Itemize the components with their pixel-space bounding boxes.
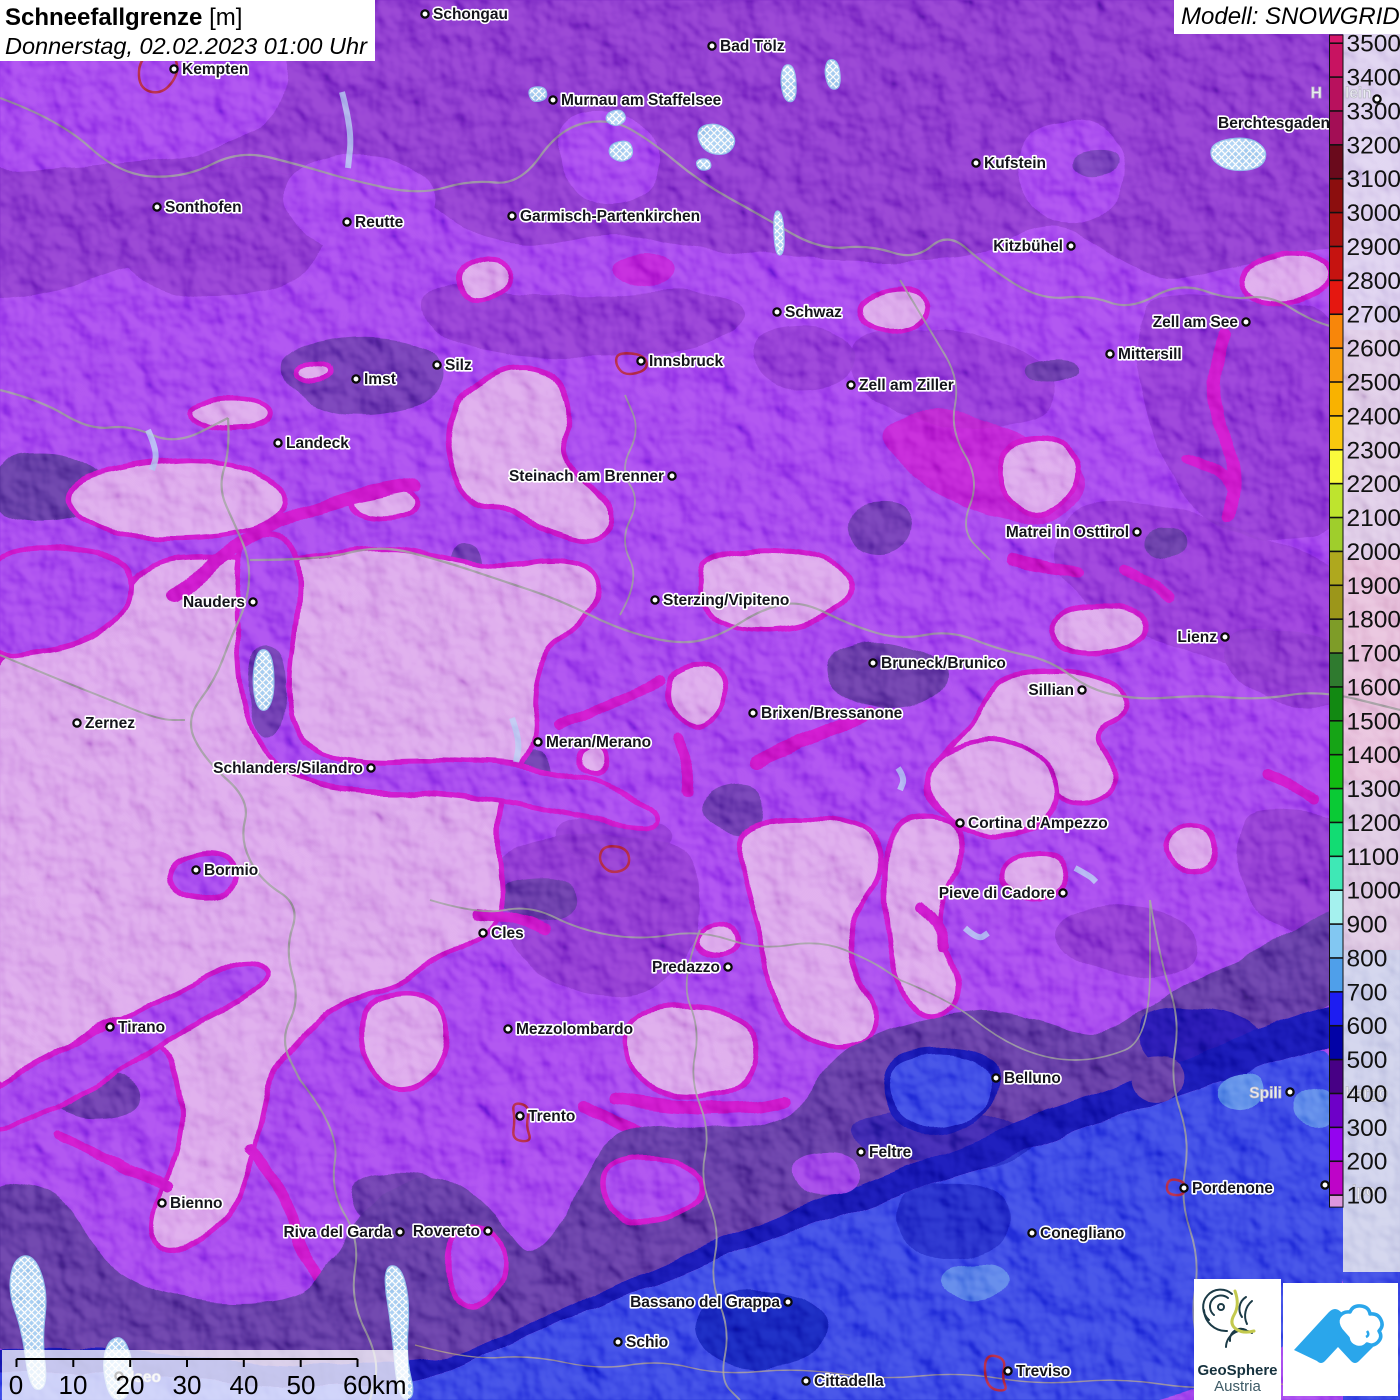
svg-text:100: 100 (1347, 1183, 1388, 1210)
svg-text:2400: 2400 (1347, 403, 1400, 430)
svg-text:Sonthofen: Sonthofen (165, 199, 242, 216)
svg-text:Feltre: Feltre (869, 1144, 912, 1161)
svg-text:Berchtesgaden: Berchtesgaden (1218, 115, 1330, 132)
svg-text:3500: 3500 (1347, 31, 1400, 58)
svg-text:Pieve di Cadore: Pieve di Cadore (939, 885, 1056, 902)
svg-text:2900: 2900 (1347, 234, 1400, 261)
svg-text:3200: 3200 (1347, 132, 1400, 159)
svg-text:Sillian: Sillian (1028, 682, 1074, 699)
svg-text:Riva del Garda: Riva del Garda (283, 1224, 392, 1241)
svg-text:Treviso: Treviso (1016, 1363, 1070, 1380)
svg-text:1700: 1700 (1347, 641, 1400, 668)
svg-text:Zernez: Zernez (85, 715, 135, 732)
svg-text:Garmisch-Partenkirchen: Garmisch-Partenkirchen (520, 208, 700, 225)
svg-text:500: 500 (1347, 1047, 1388, 1074)
svg-text:400: 400 (1347, 1081, 1388, 1108)
svg-text:Brixen/Bressanone: Brixen/Bressanone (761, 705, 903, 722)
svg-text:1200: 1200 (1347, 810, 1400, 837)
svg-text:Imst: Imst (364, 371, 396, 388)
svg-text:Meran/Merano: Meran/Merano (546, 734, 651, 751)
svg-text:2000: 2000 (1347, 539, 1400, 566)
svg-text:Schongau: Schongau (433, 6, 508, 23)
svg-text:Bruneck/Brunico: Bruneck/Brunico (881, 655, 1006, 672)
svg-text:1400: 1400 (1347, 742, 1400, 769)
svg-text:Nauders: Nauders (183, 594, 245, 611)
svg-text:Spili: Spili (1249, 1085, 1282, 1102)
svg-text:Pordenone: Pordenone (1192, 1180, 1273, 1197)
svg-text:0: 0 (9, 1370, 23, 1400)
svg-text:Conegliano: Conegliano (1040, 1225, 1124, 1242)
svg-text:Belluno: Belluno (1004, 1070, 1061, 1087)
svg-text:Kempten: Kempten (182, 61, 248, 78)
svg-text:Matrei in Osttirol: Matrei in Osttirol (1006, 524, 1129, 541)
svg-text:Bormio: Bormio (204, 862, 258, 879)
svg-text:2600: 2600 (1347, 336, 1400, 363)
svg-text:Mezzolombardo: Mezzolombardo (516, 1021, 633, 1038)
svg-text:800: 800 (1347, 945, 1388, 972)
svg-text:1900: 1900 (1347, 573, 1400, 600)
svg-text:Mittersill: Mittersill (1118, 346, 1182, 363)
svg-text:2700: 2700 (1347, 302, 1400, 329)
svg-text:Cles: Cles (491, 925, 524, 942)
svg-text:60km: 60km (343, 1370, 407, 1400)
svg-text:40: 40 (230, 1370, 259, 1400)
svg-text:Zell am Ziller: Zell am Ziller (859, 377, 954, 394)
svg-text:300: 300 (1347, 1115, 1388, 1142)
svg-text:Bassano del Grappa: Bassano del Grappa (630, 1294, 780, 1311)
svg-text:1500: 1500 (1347, 708, 1400, 735)
svg-text:Murnau am Staffelsee: Murnau am Staffelsee (561, 92, 722, 109)
svg-text:Cittadella: Cittadella (814, 1373, 884, 1390)
svg-text:2500: 2500 (1347, 370, 1400, 397)
svg-text:3400: 3400 (1347, 65, 1400, 92)
svg-text:2100: 2100 (1347, 505, 1400, 532)
svg-text:1000: 1000 (1347, 878, 1400, 905)
svg-text:Landeck: Landeck (286, 435, 349, 452)
svg-text:Trento: Trento (528, 1108, 575, 1125)
svg-text:Zell am See: Zell am See (1153, 314, 1239, 331)
svg-text:20: 20 (116, 1370, 145, 1400)
svg-text:Schlanders/Silandro: Schlanders/Silandro (213, 760, 363, 777)
svg-text:50: 50 (287, 1370, 316, 1400)
svg-text:Bienno: Bienno (170, 1195, 223, 1212)
svg-text:10: 10 (59, 1370, 88, 1400)
svg-text:3000: 3000 (1347, 200, 1400, 227)
svg-text:Kitzbühel: Kitzbühel (993, 238, 1063, 255)
svg-text:600: 600 (1347, 1013, 1388, 1040)
svg-text:Tirano: Tirano (118, 1019, 165, 1036)
svg-text:Bad Tölz: Bad Tölz (720, 38, 785, 55)
svg-text:30: 30 (173, 1370, 202, 1400)
svg-text:2200: 2200 (1347, 471, 1400, 498)
svg-text:1300: 1300 (1347, 776, 1400, 803)
svg-text:3100: 3100 (1347, 166, 1400, 193)
svg-text:Schio: Schio (626, 1334, 668, 1351)
svg-text:Kufstein: Kufstein (984, 155, 1046, 172)
svg-text:1100: 1100 (1347, 844, 1400, 871)
svg-text:Silz: Silz (445, 357, 472, 374)
svg-text:H: H (1311, 85, 1322, 102)
svg-text:1800: 1800 (1347, 607, 1400, 634)
svg-text:Sterzing/Vipiteno: Sterzing/Vipiteno (663, 592, 789, 609)
svg-text:1600: 1600 (1347, 674, 1400, 701)
svg-text:200: 200 (1347, 1149, 1388, 1176)
svg-text:3300: 3300 (1347, 98, 1400, 125)
svg-text:Cortina d'Ampezzo: Cortina d'Ampezzo (968, 815, 1108, 832)
svg-text:Schwaz: Schwaz (785, 304, 842, 321)
svg-text:Predazzo: Predazzo (652, 959, 720, 976)
svg-text:700: 700 (1347, 979, 1388, 1006)
svg-text:2800: 2800 (1347, 268, 1400, 295)
svg-text:Lienz: Lienz (1177, 629, 1217, 646)
svg-text:Reutte: Reutte (355, 214, 404, 231)
svg-text:Innsbruck: Innsbruck (649, 353, 723, 370)
svg-text:2300: 2300 (1347, 437, 1400, 464)
svg-text:Steinach am Brenner: Steinach am Brenner (509, 468, 664, 485)
svg-text:Rovereto: Rovereto (413, 1223, 480, 1240)
svg-text:900: 900 (1347, 912, 1388, 939)
